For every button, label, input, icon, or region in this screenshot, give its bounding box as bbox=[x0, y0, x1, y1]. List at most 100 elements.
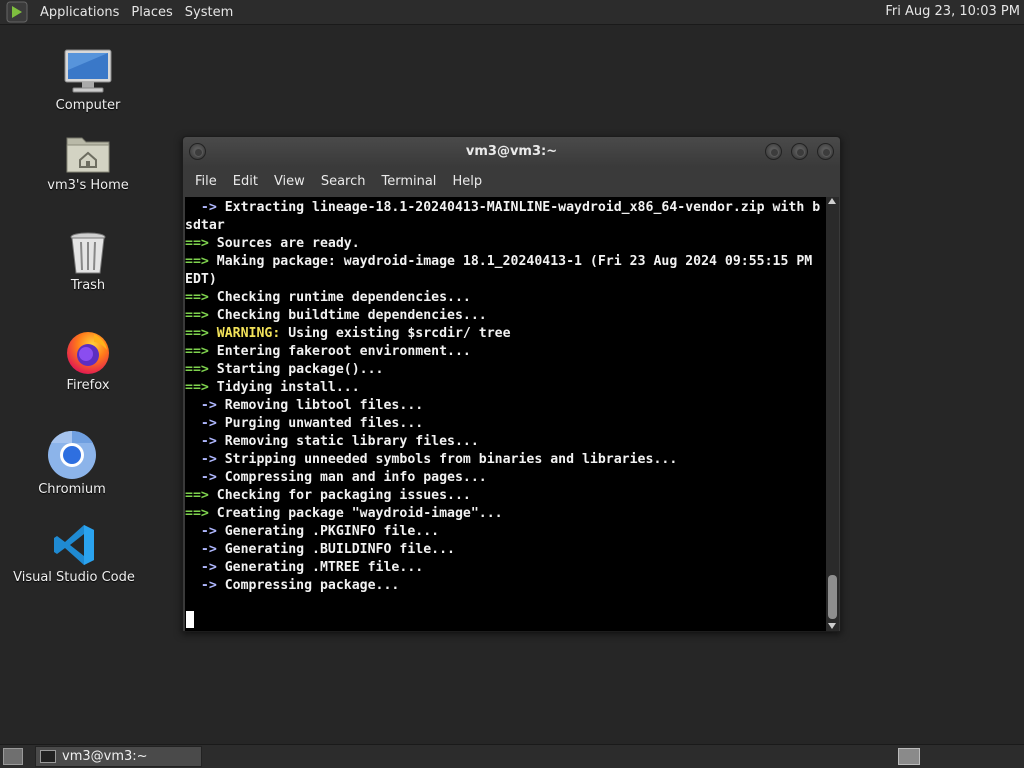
text-cursor bbox=[186, 611, 194, 628]
desktop-icon-chromium[interactable]: Chromium bbox=[2, 428, 142, 497]
desktop-icon-vscode[interactable]: Visual Studio Code bbox=[4, 516, 144, 585]
line-prefix: ==> bbox=[185, 380, 209, 395]
line-prefix: -> bbox=[185, 452, 217, 467]
line-prefix: ==> bbox=[185, 254, 209, 269]
terminal-output[interactable]: -> Extracting lineage-18.1-20240413-MAIN… bbox=[185, 197, 826, 631]
vscode-icon bbox=[54, 525, 94, 565]
line-prefix: ==> bbox=[185, 290, 209, 305]
taskbar-item-terminal[interactable]: vm3@vm3:~ bbox=[35, 746, 202, 767]
window-menu-button[interactable] bbox=[189, 143, 206, 160]
menu-file[interactable]: File bbox=[187, 174, 225, 189]
line-prefix: -> bbox=[185, 560, 217, 575]
terminal-line: EDT) bbox=[185, 271, 826, 289]
line-prefix: ==> bbox=[185, 326, 209, 341]
clock[interactable]: Fri Aug 23, 10:03 PM bbox=[885, 4, 1020, 19]
scrollbar[interactable] bbox=[826, 197, 839, 631]
line-text: Creating package "waydroid-image"... bbox=[208, 506, 503, 521]
taskbar-item-label: vm3@vm3:~ bbox=[62, 749, 148, 764]
terminal-line: sdtar bbox=[185, 217, 826, 235]
line-text: Removing static library files... bbox=[216, 434, 479, 449]
line-prefix: -> bbox=[185, 200, 217, 215]
line-prefix: ==> bbox=[185, 488, 209, 503]
terminal-line: -> Purging unwanted files... bbox=[185, 415, 826, 433]
terminal-line: ==> Checking for packaging issues... bbox=[185, 487, 826, 505]
desktop-icon-firefox[interactable]: Firefox bbox=[18, 324, 158, 393]
terminal-line: ==> Checking buildtime dependencies... bbox=[185, 307, 826, 325]
desktop-icon-label: Firefox bbox=[66, 378, 110, 393]
line-text: Tidying install... bbox=[208, 380, 360, 395]
line-text: Removing libtool files... bbox=[216, 398, 424, 413]
menu-edit[interactable]: Edit bbox=[225, 174, 266, 189]
home-folder-icon bbox=[66, 137, 110, 173]
menu-applications[interactable]: Applications bbox=[34, 5, 125, 20]
terminal-line: ==> Entering fakeroot environment... bbox=[185, 343, 826, 361]
close-button[interactable] bbox=[817, 143, 834, 160]
warning-label: WARNING: bbox=[208, 326, 281, 341]
line-text: Checking runtime dependencies... bbox=[208, 290, 471, 305]
desktop-icon-trash[interactable]: Trash bbox=[18, 224, 158, 293]
line-text: Checking buildtime dependencies... bbox=[208, 308, 487, 323]
menu-system[interactable]: System bbox=[179, 5, 239, 20]
line-text: Stripping unneeded symbols from binaries… bbox=[216, 452, 678, 467]
line-text: Generating .BUILDINFO file... bbox=[216, 542, 455, 557]
terminal-line: -> Generating .MTREE file... bbox=[185, 559, 826, 577]
terminal-line: -> Generating .BUILDINFO file... bbox=[185, 541, 826, 559]
terminal-line: ==> Making package: waydroid-image 18.1_… bbox=[185, 253, 826, 271]
minimize-button[interactable] bbox=[765, 143, 782, 160]
menu-view[interactable]: View bbox=[266, 174, 313, 189]
line-prefix: ==> bbox=[185, 236, 209, 251]
line-prefix: -> bbox=[185, 434, 217, 449]
line-text: Compressing package... bbox=[216, 578, 400, 593]
line-text: EDT) bbox=[185, 272, 217, 287]
chromium-icon bbox=[48, 430, 96, 479]
terminal-line: ==> Tidying install... bbox=[185, 379, 826, 397]
trash-icon bbox=[70, 232, 106, 274]
line-prefix: ==> bbox=[185, 506, 209, 521]
menu-places[interactable]: Places bbox=[125, 5, 178, 20]
line-text: Generating .MTREE file... bbox=[216, 560, 424, 575]
menu-terminal[interactable]: Terminal bbox=[373, 174, 444, 189]
desktop-icon-home[interactable]: vm3's Home bbox=[18, 124, 158, 193]
terminal-line: ==> Creating package "waydroid-image"... bbox=[185, 505, 826, 523]
line-prefix: ==> bbox=[185, 362, 209, 377]
line-prefix: -> bbox=[185, 542, 217, 557]
line-text: Purging unwanted files... bbox=[216, 416, 424, 431]
desktop-icon-computer[interactable]: Computer bbox=[18, 44, 158, 113]
terminal-line: -> Removing static library files... bbox=[185, 433, 826, 451]
bottom-panel: vm3@vm3:~ bbox=[0, 744, 1024, 768]
line-text: Extracting lineage-18.1-20240413-MAINLIN… bbox=[216, 200, 821, 215]
line-prefix: -> bbox=[185, 578, 217, 593]
line-prefix: ==> bbox=[185, 308, 209, 323]
terminal-line: ==> WARNING: Using existing $srcdir/ tre… bbox=[185, 325, 826, 343]
menu-search[interactable]: Search bbox=[313, 174, 374, 189]
scroll-down-arrow-icon[interactable] bbox=[828, 623, 836, 629]
window-titlebar[interactable]: vm3@vm3:~ bbox=[183, 137, 840, 167]
firefox-icon bbox=[67, 332, 109, 374]
top-panel: Applications Places System Fri Aug 23, 1… bbox=[0, 0, 1024, 25]
line-text: Entering fakeroot environment... bbox=[208, 344, 471, 359]
line-text: Using existing $srcdir/ tree bbox=[280, 326, 511, 341]
scroll-up-arrow-icon[interactable] bbox=[828, 198, 836, 204]
line-text: Checking for packaging issues... bbox=[208, 488, 471, 503]
terminal-lines: -> Extracting lineage-18.1-20240413-MAIN… bbox=[185, 199, 826, 595]
menu-help[interactable]: Help bbox=[444, 174, 490, 189]
desktop-icon-label: Trash bbox=[70, 278, 106, 293]
line-prefix: -> bbox=[185, 470, 217, 485]
terminal-window[interactable]: vm3@vm3:~ File Edit View Search Terminal… bbox=[182, 136, 841, 632]
line-text: Generating .PKGINFO file... bbox=[216, 524, 440, 539]
terminal-line: -> Compressing package... bbox=[185, 577, 826, 595]
line-text: Starting package()... bbox=[208, 362, 384, 377]
window-title: vm3@vm3:~ bbox=[465, 144, 558, 159]
desktop-icon-label: Computer bbox=[55, 98, 121, 113]
show-desktop-icon[interactable] bbox=[3, 748, 23, 765]
workspace-switcher[interactable] bbox=[898, 748, 920, 765]
terminal-menubar: File Edit View Search Terminal Help bbox=[183, 167, 840, 195]
mate-logo-icon[interactable] bbox=[6, 1, 28, 23]
line-text: Sources are ready. bbox=[208, 236, 360, 251]
scrollbar-thumb[interactable] bbox=[828, 575, 837, 619]
terminal-line: ==> Starting package()... bbox=[185, 361, 826, 379]
desktop-icon-label: Visual Studio Code bbox=[13, 570, 135, 585]
terminal-line: -> Stripping unneeded symbols from binar… bbox=[185, 451, 826, 469]
desktop-icon-label: Chromium bbox=[38, 482, 106, 497]
maximize-button[interactable] bbox=[791, 143, 808, 160]
